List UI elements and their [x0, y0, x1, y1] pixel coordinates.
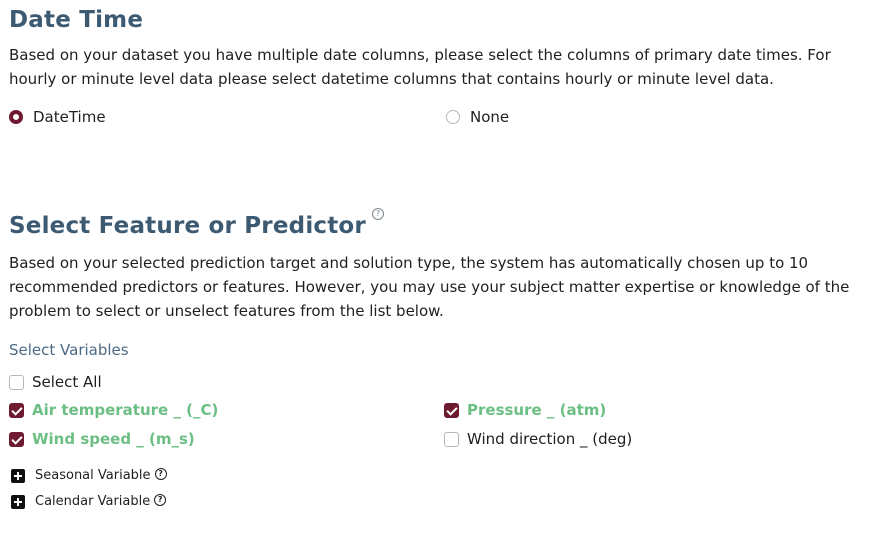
wind-direction-box[interactable] [444, 431, 459, 447]
select-all-checkbox[interactable]: Select All [9, 373, 102, 391]
feature-title-row: Select Feature or Predictor ? [9, 208, 384, 239]
date-time-description: Based on your dataset you have multiple … [9, 46, 831, 88]
date-time-title: Date Time [9, 7, 144, 33]
pressure-label: Pressure _ (atm) [467, 401, 607, 419]
variable-checkbox-air-temperature[interactable]: Air temperature _ (_C) [9, 401, 218, 419]
calendar-variable-label: Calendar Variable [35, 494, 151, 509]
seasonal-variable-label: Seasonal Variable [35, 468, 151, 483]
question-circle-icon[interactable]: ? [371, 208, 384, 220]
radio-none[interactable]: None [446, 108, 509, 126]
select-variables-label: Select Variables [9, 341, 129, 359]
air-temperature-label: Air temperature _ (_C) [32, 401, 219, 419]
seasonal-variable-expander[interactable]: Seasonal Variable ? [11, 468, 167, 483]
radio-datetime-label: DateTime [33, 108, 106, 126]
wind-speed-box[interactable] [9, 431, 24, 447]
feature-description: Based on your selected prediction target… [9, 254, 850, 320]
radio-none-indicator[interactable] [446, 110, 460, 124]
feature-section-title: Select Feature or Predictor [9, 213, 366, 239]
wind-direction-label: Wind direction _ (deg) [467, 430, 633, 448]
variable-checkbox-wind-direction[interactable]: Wind direction _ (deg) [444, 430, 632, 448]
radio-datetime-indicator[interactable] [9, 110, 23, 124]
plus-square-icon[interactable] [11, 468, 25, 483]
variable-checkbox-wind-speed[interactable]: Wind speed _ (m_s) [9, 430, 195, 448]
air-temperature-box[interactable] [9, 402, 24, 418]
select-all-label: Select All [32, 373, 102, 391]
radio-none-label: None [470, 108, 510, 126]
question-circle-icon[interactable]: ? [154, 494, 167, 506]
radio-datetime[interactable]: DateTime [9, 108, 106, 126]
select-all-box[interactable] [9, 374, 24, 390]
wind-speed-label: Wind speed _ (m_s) [32, 430, 195, 448]
question-circle-icon[interactable]: ? [154, 468, 167, 480]
variable-checkbox-pressure[interactable]: Pressure _ (atm) [444, 401, 606, 419]
date-time-radio-group: DateTime None [9, 108, 879, 130]
pressure-box[interactable] [444, 402, 459, 418]
calendar-variable-expander[interactable]: Calendar Variable ? [11, 494, 167, 509]
plus-square-icon[interactable] [11, 494, 25, 509]
